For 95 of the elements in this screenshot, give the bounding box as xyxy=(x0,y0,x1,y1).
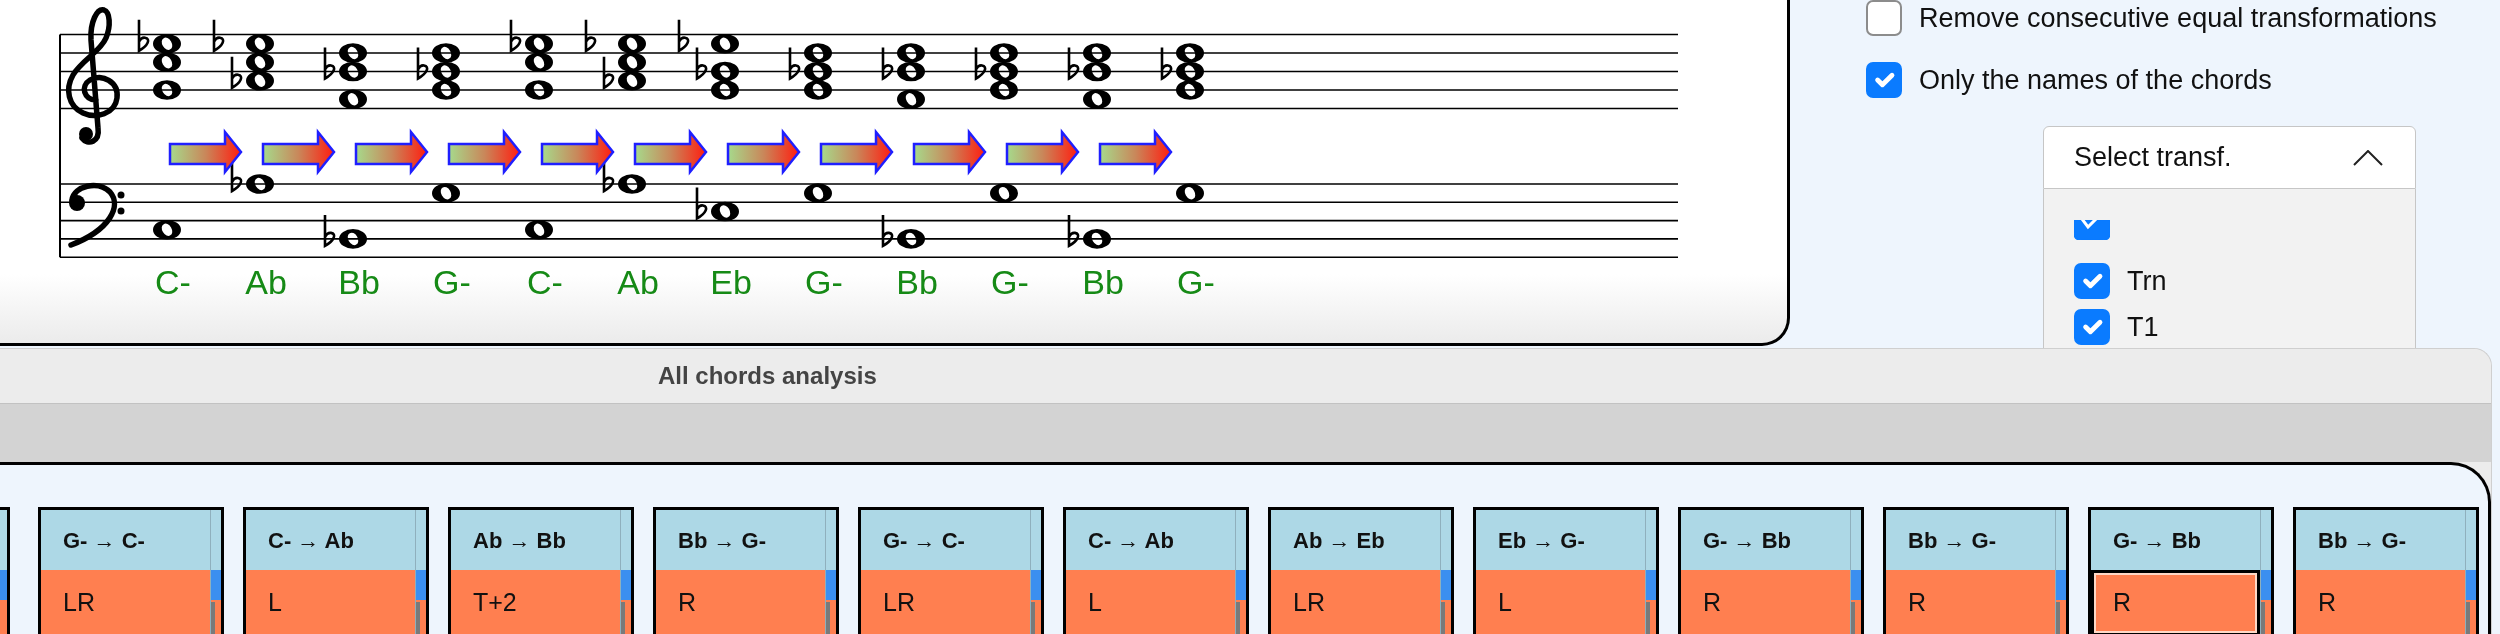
chord-icon xyxy=(416,43,460,100)
bass-note-icon xyxy=(881,214,925,249)
bass-note-icon xyxy=(1067,214,1111,249)
transition-title: G- → C- xyxy=(62,526,146,555)
arrow-icon xyxy=(912,128,987,176)
chord-name: G- xyxy=(991,263,1029,301)
chord-icon xyxy=(323,43,367,110)
checkbox[interactable] xyxy=(1866,0,1902,36)
transformation-cell[interactable]: R xyxy=(1886,570,2055,634)
chord-name: C- xyxy=(527,263,563,301)
checkbox[interactable] xyxy=(2074,220,2110,240)
transformation-cell[interactable]: R xyxy=(2296,570,2465,634)
bass-note-icon xyxy=(804,183,832,203)
chord-icon xyxy=(1067,43,1111,110)
bass-note-icon xyxy=(990,183,1018,203)
arrow-icon xyxy=(726,128,801,176)
chord-name: Bb xyxy=(896,263,938,301)
transformation-cell[interactable]: L xyxy=(1476,570,1645,634)
transition-title: Eb → G- xyxy=(1497,526,1586,555)
chord-name: Bb xyxy=(338,263,380,301)
checkbox[interactable] xyxy=(2074,309,2110,345)
scrollbar-thumb xyxy=(211,602,215,634)
transition-title: Ab → Eb xyxy=(1292,526,1386,555)
option-label: T1 xyxy=(2127,310,2159,344)
arrow-icon xyxy=(1005,128,1080,176)
transformation-cell[interactable]: R xyxy=(656,570,825,634)
window-title: All chords analysis xyxy=(658,361,877,391)
chord-icon xyxy=(137,19,181,100)
transition-title: Ab → Bb xyxy=(472,526,567,555)
chord-name: Eb xyxy=(710,263,752,301)
chord-icon xyxy=(881,43,925,110)
transition-title: Bb → G- xyxy=(677,526,767,555)
transformation-cell[interactable]: LR xyxy=(861,570,1030,634)
scrollbar-thumb xyxy=(2261,602,2265,634)
chord-icon xyxy=(677,19,739,100)
transition-title: C- → Ab xyxy=(267,526,355,555)
transformation-cell[interactable]: L xyxy=(1066,570,1235,634)
chord-name: Ab xyxy=(245,263,287,301)
checkbox[interactable] xyxy=(1866,62,1902,98)
arrow-icon xyxy=(447,128,522,176)
chord-name: G- xyxy=(805,263,843,301)
scrollbar-thumb xyxy=(621,602,625,634)
option-label: Remove consecutive equal transformations xyxy=(1919,1,2437,35)
transformation-cell[interactable]: L xyxy=(246,570,415,634)
scrollbar-thumb xyxy=(1031,602,1035,634)
checkbox[interactable] xyxy=(2074,263,2110,299)
scrollbar-thumb xyxy=(416,602,420,634)
chord-icon xyxy=(212,19,274,91)
chord-icon xyxy=(584,19,646,91)
scrollbar-thumb xyxy=(826,602,830,634)
scrollbar-thumb xyxy=(2466,602,2470,634)
option-label: Only the names of the chords xyxy=(1919,63,2272,97)
chord-name: Ab xyxy=(617,263,659,301)
chord-name: G- xyxy=(433,263,471,301)
transformation-cell[interactable]: T+2 xyxy=(451,570,620,634)
chevron-up-icon xyxy=(2353,149,2383,166)
chord-icon xyxy=(1160,43,1204,100)
transition-title: Bb → G- xyxy=(2317,526,2407,555)
bass-note-icon xyxy=(695,187,739,222)
option-label: Trn xyxy=(2127,264,2167,298)
arrow-icon xyxy=(261,128,336,176)
bass-note-icon xyxy=(153,219,181,240)
arrow-icon xyxy=(540,128,615,176)
dropdown-toggle[interactable]: Select transf. xyxy=(2043,126,2416,189)
transformation-cell[interactable]: LR xyxy=(41,570,210,634)
arrow-icon xyxy=(168,128,243,176)
scrollbar-thumb xyxy=(1646,602,1650,634)
bass-note-icon xyxy=(323,214,367,249)
transformation-cell[interactable]: R xyxy=(2091,570,2260,634)
bass-clef-icon xyxy=(68,182,125,248)
transition-title: Bb → G- xyxy=(1907,526,1997,555)
transition-title: G- → Bb xyxy=(1702,526,1792,555)
transition-title: C- → Ab xyxy=(1087,526,1175,555)
arrow-icon xyxy=(1098,128,1173,176)
bass-note-icon xyxy=(432,183,460,203)
chord-icon xyxy=(974,43,1018,100)
scrollbar-thumb xyxy=(1441,602,1445,634)
chord-name: Bb xyxy=(1082,263,1124,301)
transformation-cell[interactable]: R xyxy=(1681,570,1850,634)
transition-title: G- → C- xyxy=(882,526,966,555)
arrow-icon xyxy=(819,128,894,176)
chord-icon xyxy=(509,19,553,100)
scrollbar-thumb xyxy=(2056,602,2060,634)
bass-note-icon xyxy=(525,219,553,240)
chord-name: G- xyxy=(1177,263,1215,301)
bass-note-icon xyxy=(1176,183,1204,203)
arrow-icon xyxy=(354,128,429,176)
scrollbar-thumb xyxy=(1236,602,1240,634)
scrollbar-thumb xyxy=(1851,602,1855,634)
chord-icon xyxy=(788,43,832,100)
chord-name: C- xyxy=(155,263,191,301)
transition-title: G- → Bb xyxy=(2112,526,2202,555)
treble-clef-icon xyxy=(65,7,120,145)
arrow-icon xyxy=(633,128,708,176)
transformation-cell[interactable]: LR xyxy=(1271,570,1440,634)
